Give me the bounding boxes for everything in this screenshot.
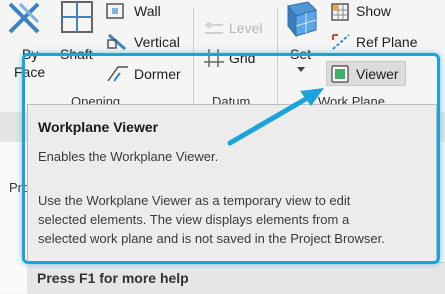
wall-label: Wall <box>134 3 161 19</box>
vertical-opening-icon <box>107 33 126 51</box>
ref-plane-icon <box>332 34 350 50</box>
vertical-button[interactable]: Vertical <box>106 32 186 52</box>
show-workplane-icon <box>331 3 349 21</box>
level-button[interactable]: Level <box>203 18 273 38</box>
vertical-label: Vertical <box>134 34 180 50</box>
wall-button[interactable]: Wall <box>106 2 166 22</box>
level-label: Level <box>229 20 263 36</box>
wall-opening-icon <box>106 3 124 19</box>
ref-plane-label: Ref Plane <box>356 34 418 50</box>
callout-highlight-box <box>22 53 440 264</box>
ref-plane-button[interactable]: Ref Plane <box>330 32 430 52</box>
tooltip-help-text: Press F1 for more help <box>37 270 189 286</box>
level-icon <box>205 22 223 34</box>
tooltip-footer: Press F1 for more help <box>27 262 445 294</box>
by-face-icon <box>8 2 40 34</box>
show-label: Show <box>356 3 392 19</box>
set-workplane-icon <box>287 1 317 38</box>
show-button[interactable]: Show <box>330 2 400 22</box>
shaft-icon <box>61 1 93 33</box>
